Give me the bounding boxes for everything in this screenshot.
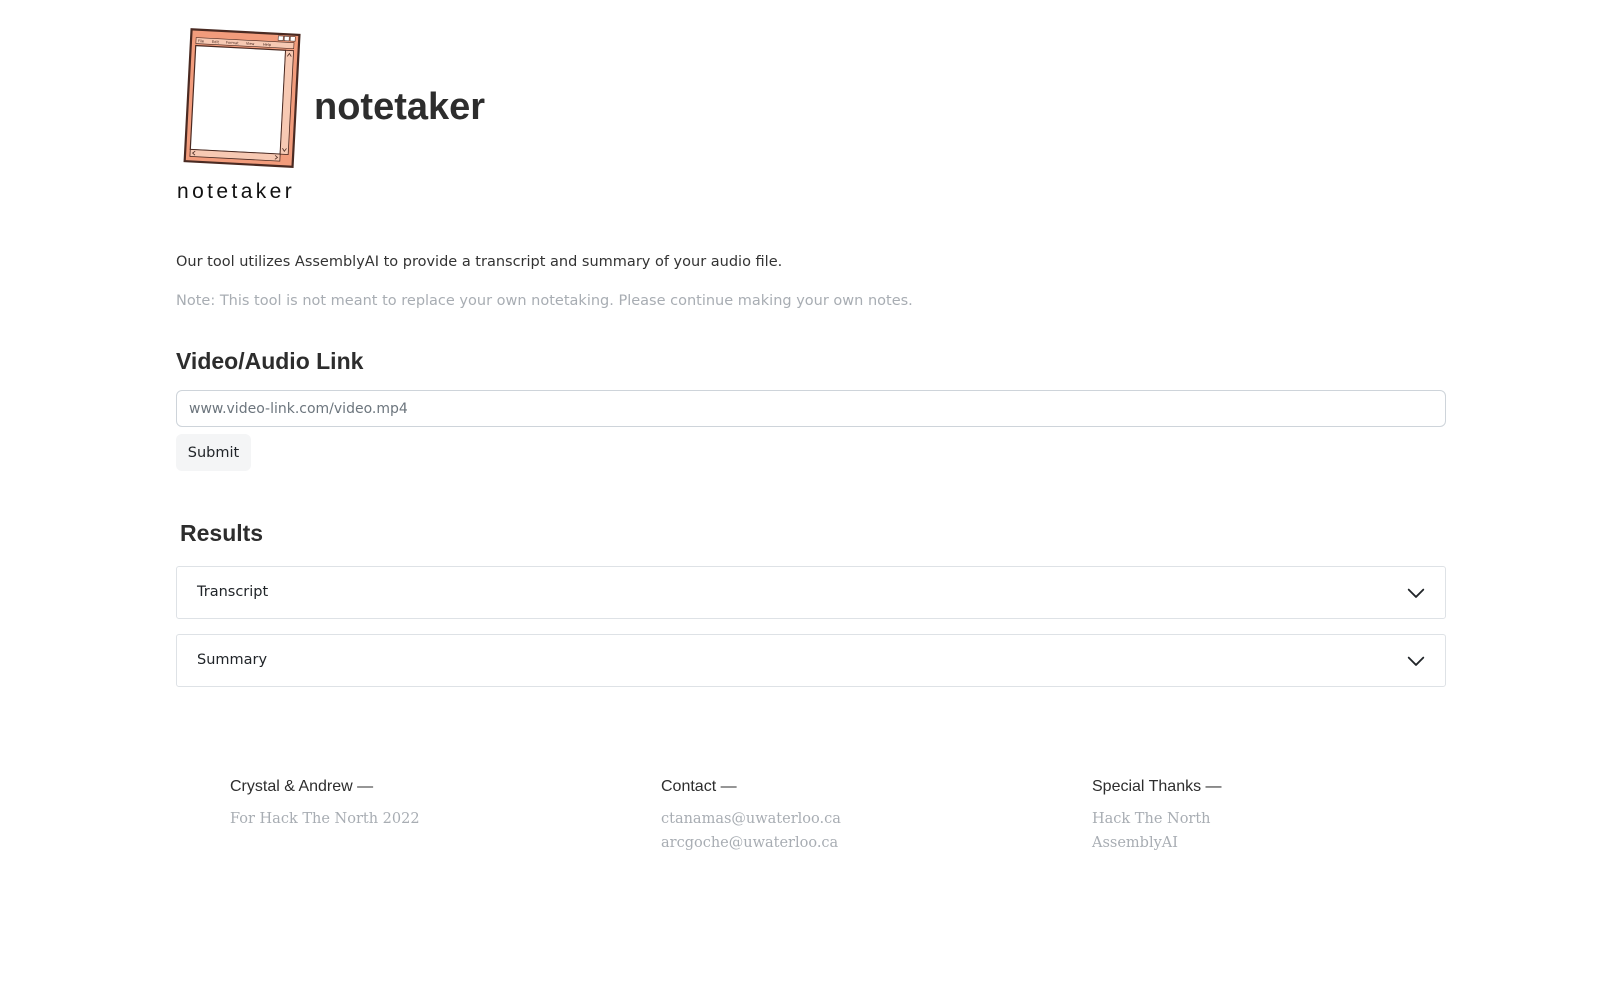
footer-contact: Contact — ctanamas@uwaterloo.ca arcgoche… — [661, 778, 841, 855]
footer-credits-heading: Crystal & Andrew — — [230, 778, 374, 795]
video-link-input[interactable] — [176, 390, 1446, 427]
contact-email-crystal: ctanamas@uwaterloo.ca — [661, 811, 841, 827]
submit-button[interactable]: Submit — [176, 434, 251, 471]
footer-contact-heading: Contact — — [661, 778, 737, 795]
summary-accordion[interactable]: Summary — [176, 634, 1446, 687]
link-section-heading: Video/Audio Link — [176, 348, 364, 374]
footer-credits-line: For Hack The North 2022 — [230, 811, 420, 827]
logo-menu-file: File — [198, 39, 205, 43]
summary-accordion-label: Summary — [197, 652, 268, 668]
logo-caption: notetaker — [177, 180, 296, 203]
logo-menu-help: Help — [263, 43, 272, 47]
chevron-down-icon — [1407, 588, 1425, 598]
logo-menu-view: View — [246, 42, 255, 46]
logo-notepad-icon: File Edit Format View Help — [176, 24, 306, 174]
transcript-accordion-label: Transcript — [197, 584, 269, 600]
footer-credits: Crystal & Andrew — For Hack The North 20… — [230, 778, 420, 831]
logo-menu-format: Format — [226, 41, 239, 46]
footer-thanks: Special Thanks — Hack The North Assembly… — [1092, 778, 1222, 855]
thanks-assemblyai: AssemblyAI — [1092, 835, 1178, 851]
transcript-accordion[interactable]: Transcript — [176, 566, 1446, 619]
contact-email-andrew: arcgoche@uwaterloo.ca — [661, 835, 839, 851]
disclaimer-note: Note: This tool is not meant to replace … — [176, 293, 913, 309]
footer-thanks-heading: Special Thanks — — [1092, 778, 1222, 795]
chevron-down-icon — [1407, 656, 1425, 666]
page-title: notetaker — [314, 86, 486, 128]
intro-text: Our tool utilizes AssemblyAI to provide … — [176, 254, 783, 270]
results-heading: Results — [180, 520, 264, 546]
thanks-hack-the-north: Hack The North — [1092, 811, 1211, 827]
logo-menu-edit: Edit — [212, 40, 220, 44]
